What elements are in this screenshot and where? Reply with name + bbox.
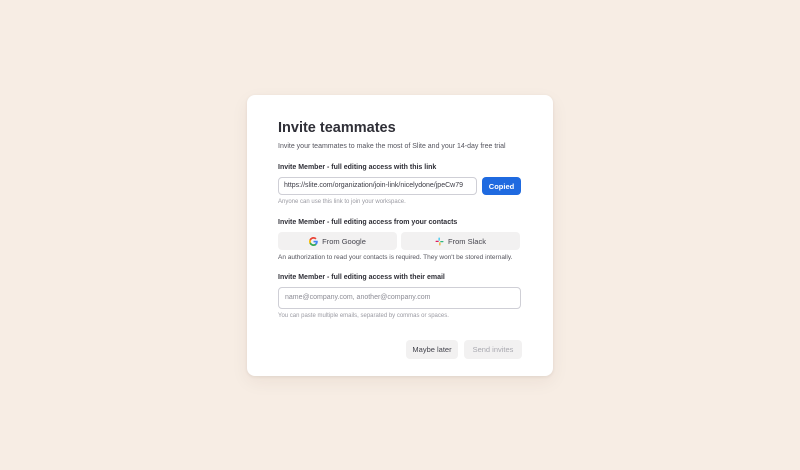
copy-link-button[interactable]: Copied <box>482 177 521 195</box>
link-hint: Anyone can use this link to join your wo… <box>278 199 406 205</box>
link-row: https://slite.com/organization/join-link… <box>278 177 522 195</box>
invite-modal: Invite teammates Invite your teammates t… <box>247 95 553 376</box>
send-invites-button[interactable]: Send invites <box>464 340 522 359</box>
from-slack-button[interactable]: From Slack <box>401 232 520 250</box>
from-google-label: From Google <box>322 236 366 246</box>
contacts-row: From Google From Slack <box>278 232 522 250</box>
from-google-button[interactable]: From Google <box>278 232 397 250</box>
link-section-label: Invite Member - full editing access with… <box>278 164 437 171</box>
email-field[interactable]: name@company.com, another@company.com <box>278 286 521 309</box>
slack-icon <box>435 237 444 246</box>
contacts-note: An authorization to read your contacts i… <box>278 254 513 261</box>
modal-title: Invite teammates <box>278 120 396 136</box>
modal-subtitle: Invite your teammates to make the most o… <box>278 143 506 150</box>
email-section-label: Invite Member - full editing access with… <box>278 273 445 281</box>
modal-footer: Maybe later Send invites <box>406 340 522 359</box>
maybe-later-button[interactable]: Maybe later <box>406 340 458 359</box>
contacts-section-label: Invite Member - full editing access from… <box>278 219 458 226</box>
invite-link-field[interactable]: https://slite.com/organization/join-link… <box>278 177 477 195</box>
google-icon <box>309 236 318 246</box>
email-hint: You can paste multiple emails, separated… <box>278 312 449 319</box>
from-slack-label: From Slack <box>448 236 486 246</box>
